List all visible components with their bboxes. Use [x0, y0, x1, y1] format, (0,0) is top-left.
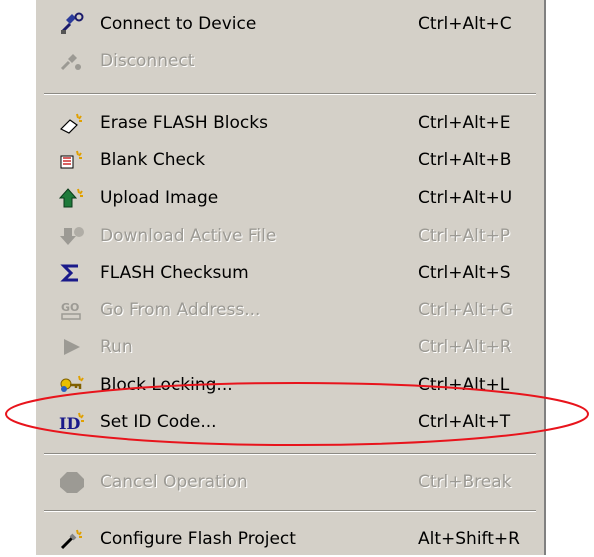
menu-item-label: FLASH Checksum	[100, 263, 249, 283]
menu-item-shortcut: Ctrl+Alt+L	[418, 375, 510, 395]
menu-item-flash-checksum[interactable]: FLASH Checksum Ctrl+Alt+S	[36, 255, 544, 291]
id-icon: ID	[58, 410, 86, 434]
menu-item-shortcut: Alt+Shift+R	[418, 529, 520, 549]
menu-item-label: Disconnect	[100, 51, 195, 71]
menu-item-connect-to-device[interactable]: Connect to Device Ctrl+Alt+C	[36, 6, 544, 42]
menu-item-shortcut: Ctrl+Alt+R	[418, 337, 512, 357]
menu-item-label: Blank Check	[100, 150, 206, 170]
menu-item-erase-flash-blocks[interactable]: Erase FLASH Blocks Ctrl+Alt+E	[36, 105, 544, 141]
menu-item-label: Set ID Code...	[100, 412, 217, 432]
menu-item-upload-image[interactable]: Upload Image Ctrl+Alt+U	[36, 180, 544, 216]
menu-item-label: Download Active File	[100, 226, 277, 246]
menu-item-shortcut: Ctrl+Alt+B	[418, 150, 512, 170]
menu-item-shortcut: Ctrl+Alt+S	[418, 263, 511, 283]
menu-separator	[44, 93, 536, 95]
menu-item-label: Go From Address...	[100, 300, 261, 320]
configure-icon	[58, 527, 86, 551]
menu-item-label: Block Locking...	[100, 375, 233, 395]
menu-item-shortcut: Ctrl+Alt+G	[418, 300, 513, 320]
menu-item-shortcut: Ctrl+Alt+E	[418, 113, 511, 133]
menu-separator	[44, 510, 536, 512]
svg-text:GO: GO	[61, 301, 79, 314]
go-address-icon: GO	[58, 298, 86, 322]
erase-icon	[58, 111, 86, 135]
menu-item-label: Run	[100, 337, 133, 357]
connect-icon	[58, 12, 86, 36]
menu-item-blank-check[interactable]: Blank Check Ctrl+Alt+B	[36, 142, 544, 178]
disconnect-icon	[58, 49, 86, 73]
menu-item-shortcut: Ctrl+Alt+T	[418, 412, 511, 432]
menu-item-shortcut: Ctrl+Break	[418, 472, 512, 492]
menu-separator	[44, 453, 536, 455]
stop-icon	[58, 470, 86, 494]
sigma-icon	[58, 261, 86, 285]
menu-item-shortcut: Ctrl+Alt+P	[418, 226, 511, 246]
menu-item-shortcut: Ctrl+Alt+C	[418, 14, 512, 34]
menu-item-label: Connect to Device	[100, 14, 257, 34]
menu-item-go-from-address[interactable]: GO Go From Address... Ctrl+Alt+G	[36, 292, 544, 328]
menu-item-download-active-file[interactable]: Download Active File Ctrl+Alt+P	[36, 218, 544, 254]
menu-item-disconnect[interactable]: Disconnect	[36, 43, 544, 79]
menu-item-label: Erase FLASH Blocks	[100, 113, 268, 133]
upload-icon	[58, 186, 86, 210]
menu-item-run[interactable]: Run Ctrl+Alt+R	[36, 329, 544, 365]
flash-context-menu: Connect to Device Ctrl+Alt+C Disconnect …	[34, 0, 546, 555]
run-icon	[58, 335, 86, 359]
menu-item-shortcut: Ctrl+Alt+U	[418, 188, 513, 208]
key-icon	[58, 373, 86, 397]
svg-text:ID: ID	[59, 414, 80, 433]
menu-item-cancel-operation[interactable]: Cancel Operation Ctrl+Break	[36, 464, 544, 500]
download-icon	[58, 224, 86, 248]
menu-item-block-locking[interactable]: Block Locking... Ctrl+Alt+L	[36, 367, 544, 403]
blank-check-icon	[58, 148, 86, 172]
menu-item-label: Configure Flash Project	[100, 529, 296, 549]
menu-item-configure-flash-project[interactable]: Configure Flash Project Alt+Shift+R	[36, 521, 544, 557]
menu-item-set-id-code[interactable]: ID Set ID Code... Ctrl+Alt+T	[36, 404, 544, 440]
menu-item-label: Cancel Operation	[100, 472, 248, 492]
menu-item-label: Upload Image	[100, 188, 219, 208]
